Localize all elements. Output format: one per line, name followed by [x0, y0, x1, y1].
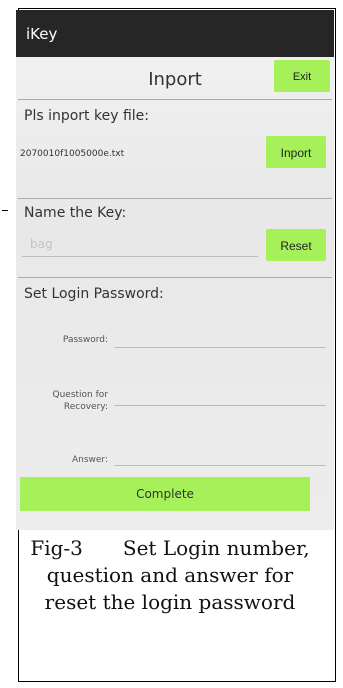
app-title: iKey	[26, 24, 58, 43]
margin-mark	[2, 210, 8, 211]
question-input[interactable]	[114, 405, 326, 406]
reset-button[interactable]: Reset	[266, 229, 326, 261]
phone-screen: iKey Inport Exit Pls inport key file: 20…	[16, 10, 334, 530]
import-filename: 2070010f1005000e.txt	[20, 149, 125, 159]
name-section: Name the Key: bag Reset	[16, 199, 334, 277]
password-section-label: Set Login Password:	[24, 286, 164, 302]
figure-caption: Fig-3 Set Login number, question and ans…	[30, 536, 310, 614]
import-section: Pls inport key file: 2070010f1005000e.tx…	[16, 100, 334, 198]
complete-button[interactable]: Complete	[20, 477, 310, 511]
exit-button[interactable]: Exit	[274, 60, 330, 92]
key-name-underline	[22, 256, 258, 257]
page-header: Inport Exit	[16, 57, 334, 99]
password-section: Set Login Password: Password: Question f…	[16, 278, 334, 478]
key-name-input[interactable]: bag	[30, 237, 53, 251]
app-bar: iKey	[16, 10, 334, 57]
answer-input[interactable]	[114, 465, 326, 466]
question-label: Question for Recovery:	[52, 390, 109, 412]
import-label: Pls inport key file:	[24, 108, 149, 124]
password-input[interactable]	[114, 347, 326, 348]
password-label: Password:	[62, 335, 108, 345]
import-button[interactable]: Inport	[266, 136, 326, 168]
name-label: Name the Key:	[24, 205, 127, 221]
answer-label: Answer:	[71, 455, 108, 465]
